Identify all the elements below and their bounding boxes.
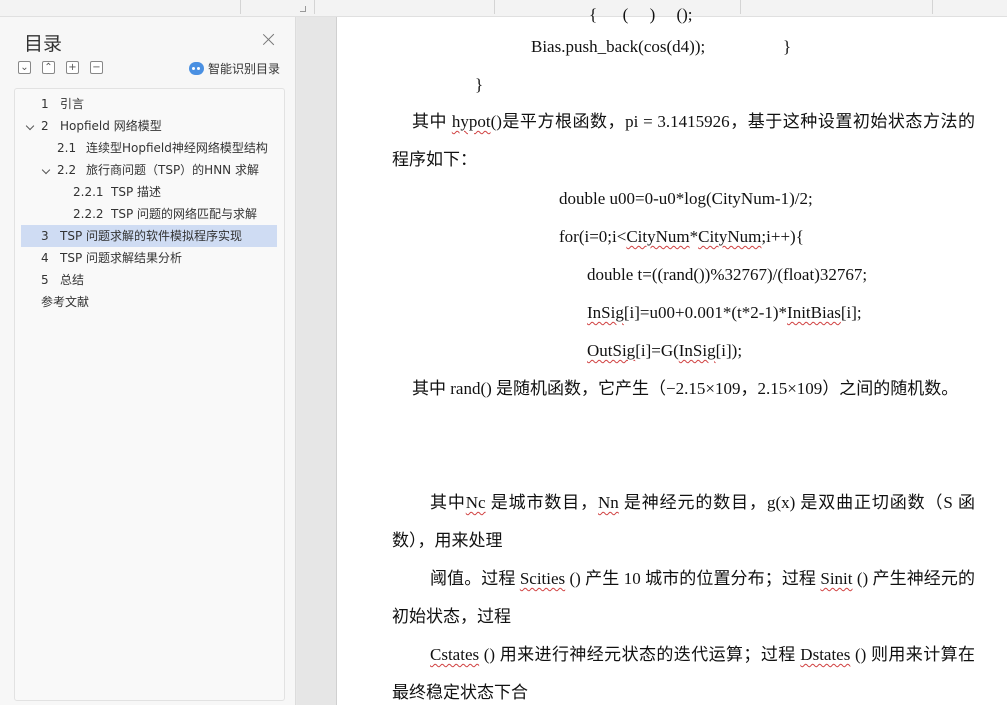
spellcheck-word: InitBias xyxy=(787,303,841,322)
smart-toc-button[interactable]: 智能识别目录 xyxy=(189,59,280,77)
document-page[interactable]: { ( ) (); Bias.push_back(cos(d4)); } } 其… xyxy=(336,5,1007,705)
collapse-all-icon[interactable]: ⌄ xyxy=(18,61,31,74)
text-span: () 用来进行神经元状态的迭代运算；过程 xyxy=(479,645,801,664)
code-line: Bias.push_back(cos(d4)); xyxy=(531,37,705,57)
toc-item-2-2[interactable]: 2.2 旅行商问题（TSP）的HNN 求解 xyxy=(21,159,277,181)
code-text: [i]); xyxy=(715,341,743,360)
toc-item-number: 2.1 xyxy=(57,141,77,155)
toolbar-divider xyxy=(740,0,741,14)
toc-item-number: 4 xyxy=(41,251,49,265)
spellcheck-word: Sinit xyxy=(820,569,853,588)
toc-item-references[interactable]: 参考文献 xyxy=(21,291,277,313)
dialog-launcher-icon[interactable] xyxy=(300,6,306,12)
toc-item-number: 5 xyxy=(41,273,49,287)
clipped-code-line: { ( ) (); xyxy=(589,5,693,24)
toc-sidebar: 目录 ⌄ ⌃ + − 智能识别目录 1 引言 2 Hopfield 网络模型 2… xyxy=(0,17,296,705)
toc-item-label: 引言 xyxy=(60,97,85,111)
code-line: for(i=0;i<CityNum*CityNum;i++){ xyxy=(559,227,804,247)
toc-item-3-selected[interactable]: 3 TSP 问题求解的软件模拟程序实现 xyxy=(21,225,277,247)
spellcheck-word: CityNum xyxy=(626,227,690,246)
toolbar-divider xyxy=(314,0,315,14)
spellcheck-word: Scities xyxy=(519,569,566,588)
text-span: 是城市数目， xyxy=(485,493,598,512)
toolbar-strip xyxy=(0,0,1007,17)
spellcheck-word: Nn xyxy=(598,493,619,512)
toc-item-number: 2.2.2 xyxy=(73,207,104,221)
spellcheck-word: Dstates xyxy=(800,645,851,664)
code-text: * xyxy=(689,227,699,246)
spellcheck-word: Nc xyxy=(465,493,486,512)
close-icon[interactable] xyxy=(262,33,276,47)
spellcheck-word: OutSig xyxy=(587,341,636,360)
toc-item-number: 1 xyxy=(41,97,49,111)
text-span: 其中 xyxy=(430,493,466,512)
paragraph: 阈值。过程 Scities () 产生 10 城市的位置分布；过程 Sinit … xyxy=(392,560,975,636)
paragraph: 其中Nc 是城市数目，Nn 是神经元的数目，g(x) 是双曲正切函数（S 函数）… xyxy=(392,484,975,560)
code-text: ;i++){ xyxy=(761,227,804,246)
remove-heading-icon[interactable]: − xyxy=(90,61,103,74)
expand-up-icon[interactable]: ⌃ xyxy=(42,61,55,74)
toc-item-label: Hopfield 网络模型 xyxy=(60,119,162,133)
toc-item-label: TSP 问题求解结果分析 xyxy=(60,251,182,265)
code-brace: } xyxy=(783,37,792,56)
code-text: [i]=u00+0.001*(t*2-1)* xyxy=(623,303,788,322)
toc-item-label: 旅行商问题（TSP）的HNN 求解 xyxy=(86,163,259,177)
spellcheck-word: CityNum xyxy=(698,227,762,246)
toc-item-2-2-1[interactable]: 2.2.1 TSP 描述 xyxy=(21,181,277,203)
toc-list: 1 引言 2 Hopfield 网络模型 2.1 连续型Hopfield神经网络… xyxy=(14,88,285,701)
paragraph: 其中 hypot()是平方根函数，pi = 3.1415926，基于这种设置初始… xyxy=(392,103,975,179)
toc-item-number: 2 xyxy=(41,119,49,133)
code-line: InSig[i]=u00+0.001*(t*2-1)*InitBias[i]; xyxy=(587,303,862,323)
code-text: [i]; xyxy=(840,303,862,322)
toc-item-4[interactable]: 4 TSP 问题求解结果分析 xyxy=(21,247,277,269)
spellcheck-word: InSig xyxy=(678,341,716,360)
toc-item-number: 2.2.1 xyxy=(73,185,104,199)
code-line: OutSig[i]=G(InSig[i]); xyxy=(587,341,742,361)
code-text: [i]=G( xyxy=(635,341,679,360)
toc-item-hopfield[interactable]: 2 Hopfield 网络模型 xyxy=(21,115,277,137)
toc-item-label: TSP 问题求解的软件模拟程序实现 xyxy=(60,229,242,243)
text-span: 其中 xyxy=(412,112,452,131)
toc-item-2-2-2[interactable]: 2.2.2 TSP 问题的网络匹配与求解 xyxy=(21,203,277,225)
toc-item-label: 总结 xyxy=(60,273,85,287)
toc-item-label: TSP 描述 xyxy=(111,185,161,199)
text-span: 阈值。过程 xyxy=(430,569,520,588)
code-line: double u00=0-u0*log(CityNum-1)/2; xyxy=(559,189,813,208)
toolbar-divider xyxy=(240,0,241,14)
spellcheck-word: InSig xyxy=(587,303,624,322)
toc-item-number: 2.2 xyxy=(57,163,77,177)
chevron-down-icon[interactable] xyxy=(41,165,51,175)
code-brace: } xyxy=(475,75,484,94)
toc-item-2-1[interactable]: 2.1 连续型Hopfield神经网络模型结构 xyxy=(21,137,277,159)
code-text: Bias.push_back(cos(d4)); xyxy=(531,37,706,56)
paragraph: Cstates () 用来进行神经元状态的迭代运算；过程 Dstates () … xyxy=(392,636,975,705)
toolbar-divider xyxy=(494,0,495,14)
chevron-down-icon[interactable] xyxy=(25,121,35,131)
code-line: double t=((rand())%32767)/(float)32767; xyxy=(587,265,868,284)
code-text: for(i=0;i< xyxy=(559,227,627,246)
add-heading-icon[interactable]: + xyxy=(66,61,79,74)
toc-item-intro[interactable]: 1 引言 xyxy=(21,93,277,115)
spellcheck-word: hypot xyxy=(451,112,491,131)
toc-item-label: TSP 问题的网络匹配与求解 xyxy=(111,207,257,221)
smart-toc-label: 智能识别目录 xyxy=(208,61,281,76)
text-span: () 产生 10 城市的位置分布；过程 xyxy=(565,569,821,588)
toc-item-number: 3 xyxy=(41,229,49,243)
toc-item-label: 连续型Hopfield神经网络模型结构 xyxy=(86,141,268,155)
paragraph: 其中 rand() 是随机函数，它产生（−2.15×109，2.15×109）之… xyxy=(412,379,959,398)
toc-item-5[interactable]: 5 总结 xyxy=(21,269,277,291)
toc-item-label: 参考文献 xyxy=(41,295,90,309)
sidebar-title: 目录 xyxy=(24,33,63,55)
spellcheck-word: Cstates xyxy=(430,645,480,664)
ai-assistant-icon xyxy=(189,61,204,75)
toolbar-divider xyxy=(932,0,933,14)
